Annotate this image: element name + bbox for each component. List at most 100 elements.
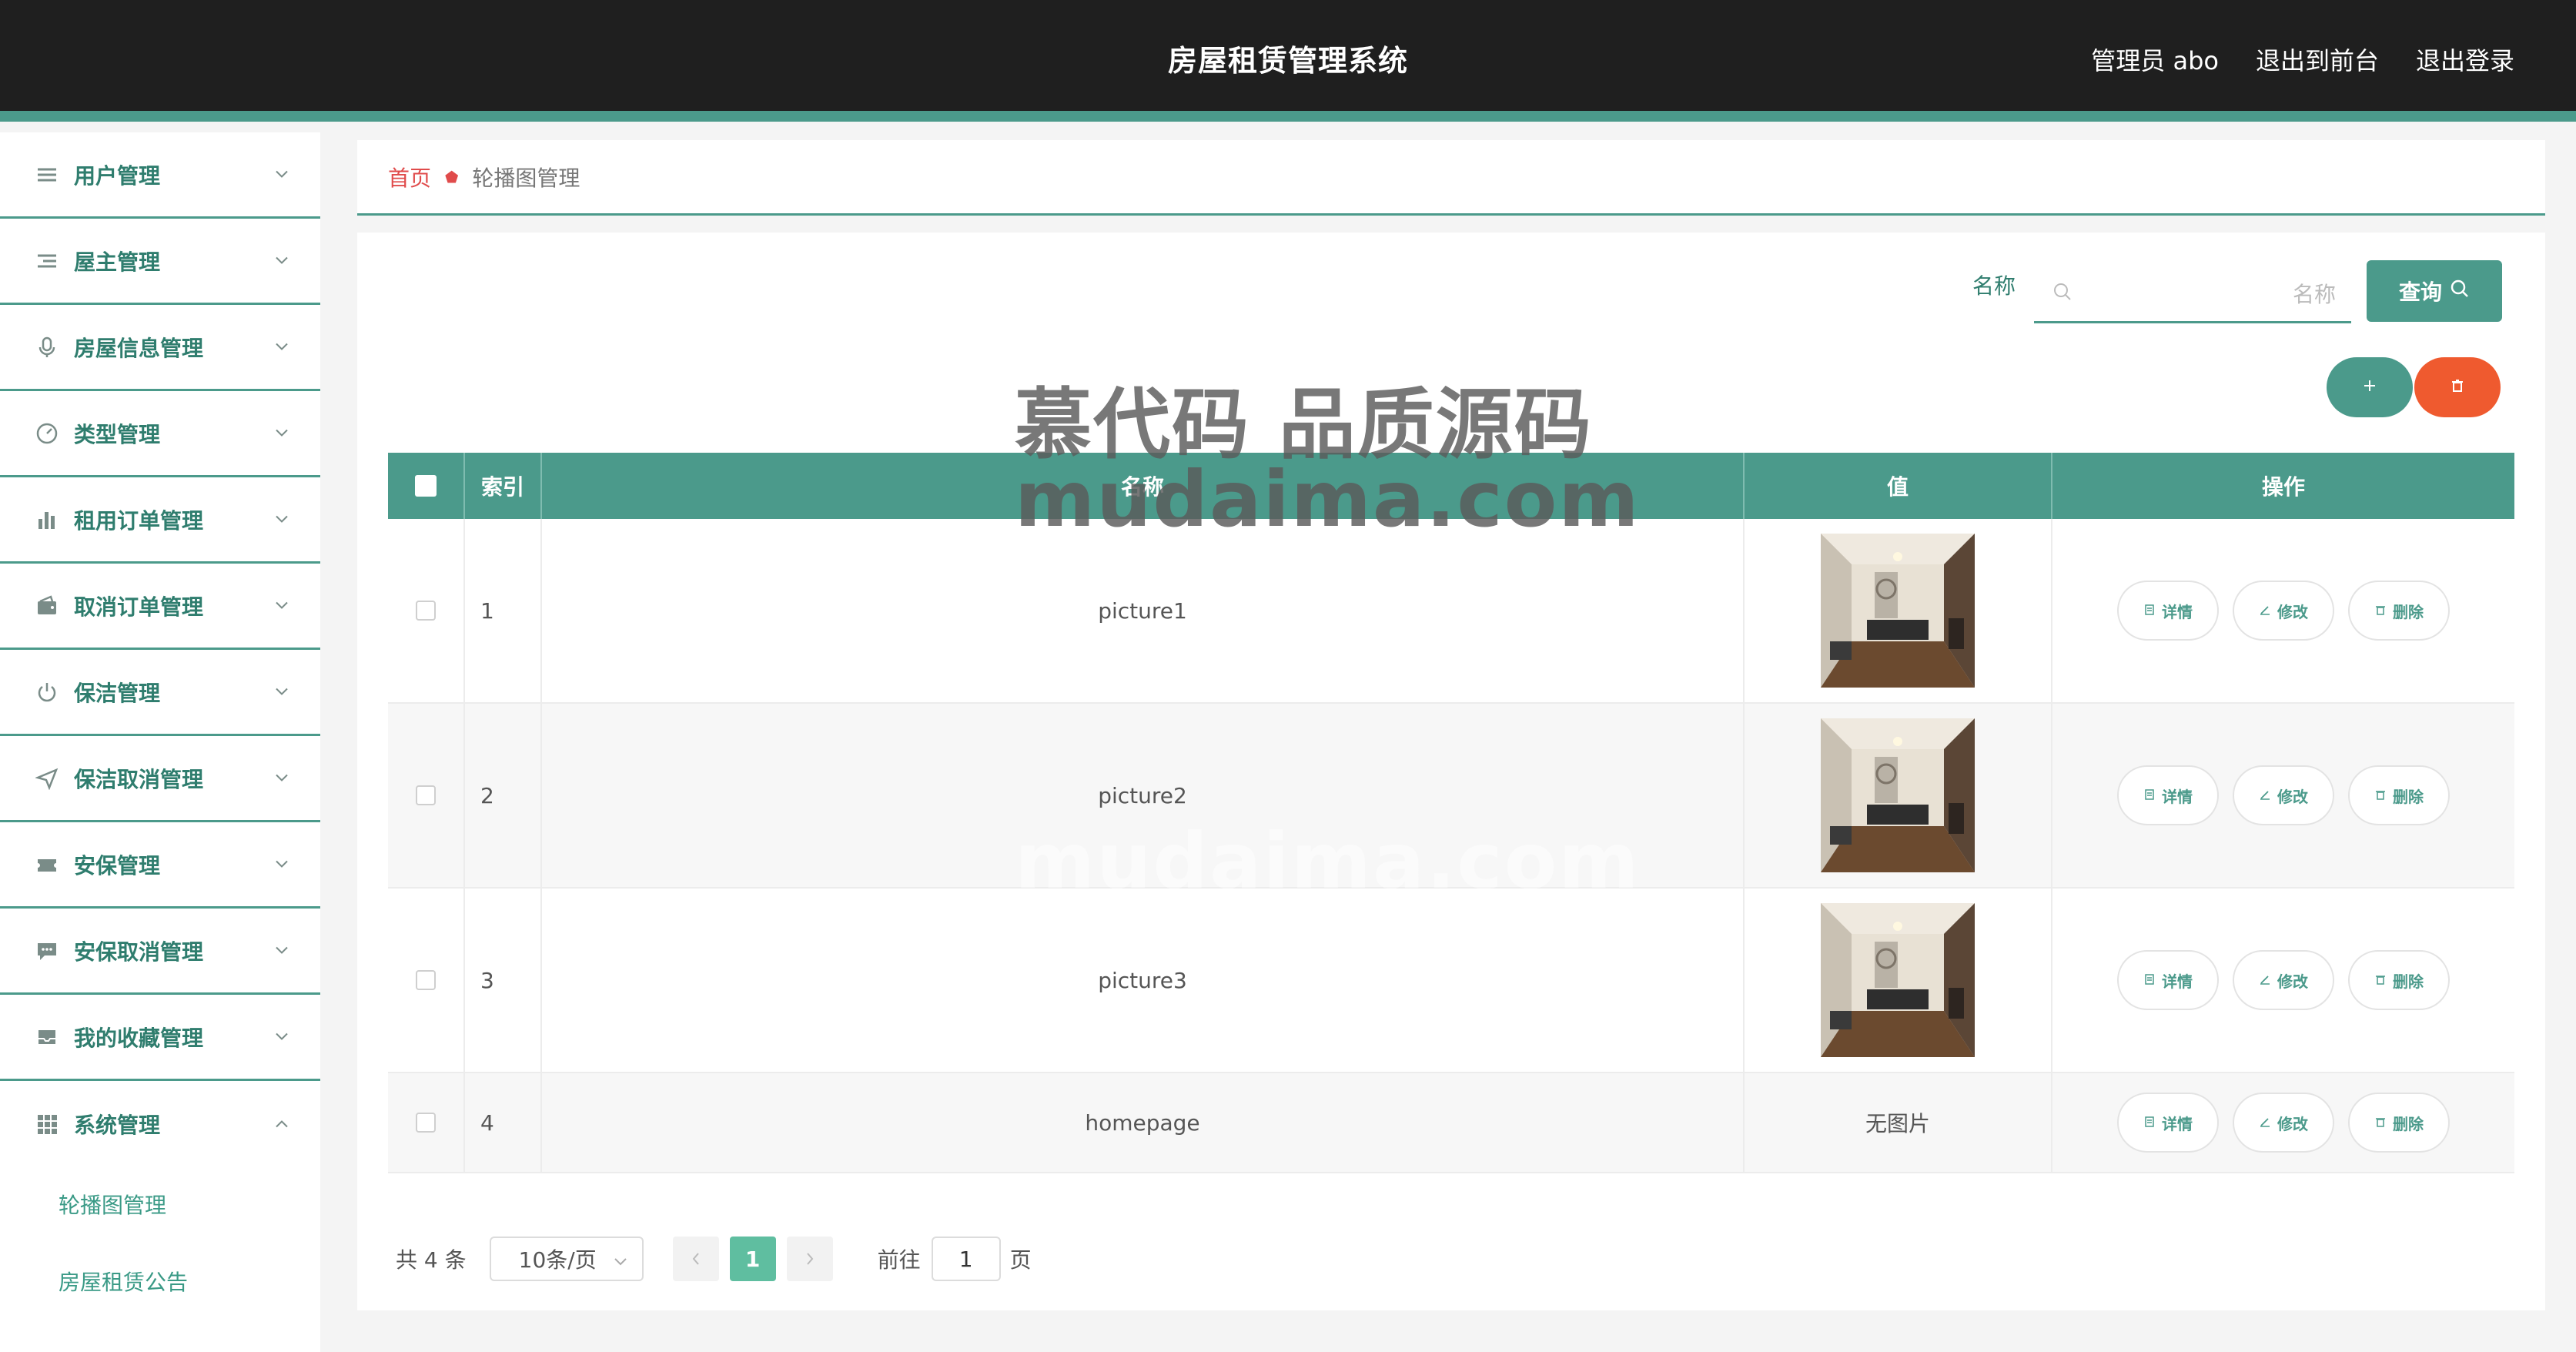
edit-button[interactable]: 修改 xyxy=(2233,950,2334,1010)
detail-button-label: 详情 xyxy=(2162,972,2193,991)
chevron-up-icon xyxy=(274,1117,289,1132)
sidebar-subitem-1[interactable]: 房屋租赁公告 xyxy=(0,1244,320,1321)
sidebar-item-0[interactable]: 用户管理 xyxy=(0,132,320,219)
search-icon xyxy=(2450,279,2470,304)
detail-button[interactable]: 详情 xyxy=(2117,950,2219,1010)
sidebar-item-6[interactable]: 保洁管理 xyxy=(0,650,320,736)
table-row: 3 picture3 详情 修改 删除 xyxy=(388,889,2514,1073)
sidebar-item-label: 保洁取消管理 xyxy=(74,766,204,792)
search-icon xyxy=(2052,282,2073,305)
sidebar-item-label: 类型管理 xyxy=(74,421,161,447)
document-icon xyxy=(2143,1113,2156,1132)
chevron-left-icon xyxy=(691,1247,701,1272)
row-index: 1 xyxy=(465,519,542,702)
room-photo-thumbnail[interactable] xyxy=(1821,903,1975,1057)
edit-button-label: 修改 xyxy=(2277,602,2308,621)
row-select-cell xyxy=(388,704,465,887)
row-checkbox[interactable] xyxy=(416,970,436,990)
search-input[interactable] xyxy=(2088,268,2337,320)
page-size-select[interactable]: 10条/页 xyxy=(489,1237,644,1281)
room-photo-thumbnail[interactable] xyxy=(1821,534,1975,688)
detail-button[interactable]: 详情 xyxy=(2117,581,2219,641)
sidebar-item-10[interactable]: 我的收藏管理 xyxy=(0,995,320,1081)
breadcrumb-home[interactable]: 首页 xyxy=(388,162,431,192)
sidebar-item-1[interactable]: 屋主管理 xyxy=(0,219,320,305)
row-checkbox[interactable] xyxy=(416,1113,436,1133)
query-button-label: 查询 xyxy=(2398,279,2442,305)
prev-page-button[interactable] xyxy=(672,1237,719,1281)
send-icon xyxy=(34,765,60,791)
sidebar: 用户管理屋主管理 房屋信息管理类型管理租用订单管理取消订单管理 保洁管理保洁取消管理… xyxy=(0,132,320,1352)
sidebar-item-label: 系统管理 xyxy=(74,1113,161,1138)
chevron-down-icon xyxy=(274,684,289,699)
wallet-icon xyxy=(34,593,60,619)
delete-button-label: 删除 xyxy=(2393,972,2424,991)
plus-icon xyxy=(2362,378,2377,397)
sidebar-item-label: 我的收藏管理 xyxy=(74,1025,204,1051)
message-icon xyxy=(34,938,60,964)
add-button[interactable] xyxy=(2327,357,2413,417)
document-icon xyxy=(2143,971,2156,989)
edit-button[interactable]: 修改 xyxy=(2233,1093,2334,1153)
sidebar-item-8[interactable]: 安保管理 xyxy=(0,822,320,909)
row-name: picture1 xyxy=(542,519,1745,702)
sidebar-subitem-0[interactable]: 轮播图管理 xyxy=(0,1167,320,1244)
data-table: 索引 名称 值 操作 1 picture1 详情 修改 删除 2 picture2 详情 修改删… xyxy=(388,453,2514,1173)
detail-button[interactable]: 详情 xyxy=(2117,765,2219,825)
chevron-right-icon xyxy=(805,1247,815,1272)
current-user[interactable]: 管理员 abo xyxy=(2091,0,2219,122)
trash-icon xyxy=(2374,601,2387,620)
goto-suffix: 页 xyxy=(1009,1247,1032,1273)
delete-button[interactable]: 删除 xyxy=(2348,1093,2450,1153)
chevron-down-icon xyxy=(274,771,289,785)
header-select-cell xyxy=(388,453,465,519)
detail-button[interactable]: 详情 xyxy=(2117,1093,2219,1153)
detail-button-label: 详情 xyxy=(2162,787,2193,806)
exit-to-front-link[interactable]: 退出到前台 xyxy=(2256,0,2379,122)
sidebar-item-4[interactable]: 租用订单管理 xyxy=(0,477,320,564)
pencil-icon xyxy=(2259,971,2271,989)
delete-button[interactable]: 删除 xyxy=(2348,950,2450,1010)
sidebar-item-9[interactable]: 安保取消管理 xyxy=(0,909,320,995)
trash-icon xyxy=(2374,971,2387,989)
sidebar-item-label: 租用订单管理 xyxy=(74,507,204,534)
row-select-cell xyxy=(388,519,465,702)
chevron-down-icon xyxy=(613,1247,628,1272)
bar-chart-icon xyxy=(34,507,60,533)
edit-button[interactable]: 修改 xyxy=(2233,765,2334,825)
row-checkbox[interactable] xyxy=(416,785,436,805)
row-value: 无图片 xyxy=(1745,1073,2052,1172)
logout-link[interactable]: 退出登录 xyxy=(2416,0,2514,122)
next-page-button[interactable] xyxy=(786,1237,833,1281)
goto-page-input[interactable] xyxy=(931,1237,1001,1281)
pagination: 共 4 条 10条/页 1 前往 页 xyxy=(396,1237,1032,1281)
sidebar-item-5[interactable]: 取消订单管理 xyxy=(0,564,320,650)
sidebar-item-label: 安保取消管理 xyxy=(74,939,204,965)
chevron-down-icon xyxy=(274,943,289,958)
row-index: 2 xyxy=(465,704,542,887)
row-actions: 详情 修改 删除 xyxy=(2052,519,2514,702)
breadcrumb: 首页 ⬟ 轮播图管理 xyxy=(357,140,2545,216)
edit-button[interactable]: 修改 xyxy=(2233,581,2334,641)
watermark-url: mudaima.com xyxy=(1015,454,1641,544)
sidebar-item-7[interactable]: 保洁取消管理 xyxy=(0,736,320,822)
page-number-current[interactable]: 1 xyxy=(729,1237,776,1281)
batch-delete-button[interactable] xyxy=(2414,357,2501,417)
delete-button[interactable]: 删除 xyxy=(2348,765,2450,825)
pencil-icon xyxy=(2259,601,2271,620)
header-index: 索引 xyxy=(465,453,542,519)
delete-button-label: 删除 xyxy=(2393,787,2424,806)
sidebar-item-2[interactable]: 房屋信息管理 xyxy=(0,305,320,391)
sidebar-item-11[interactable]: 系统管理 xyxy=(0,1081,320,1167)
select-all-checkbox[interactable] xyxy=(415,475,437,497)
delete-button[interactable]: 删除 xyxy=(2348,581,2450,641)
query-button[interactable]: 查询 xyxy=(2367,260,2502,322)
sidebar-item-label: 用户管理 xyxy=(74,162,161,189)
row-index: 3 xyxy=(465,889,542,1072)
list-indent-icon xyxy=(34,248,60,274)
search-field[interactable] xyxy=(2034,268,2351,323)
room-photo-thumbnail[interactable] xyxy=(1821,718,1975,872)
dashboard-icon xyxy=(34,420,60,447)
row-checkbox[interactable] xyxy=(416,601,436,621)
sidebar-item-3[interactable]: 类型管理 xyxy=(0,391,320,477)
